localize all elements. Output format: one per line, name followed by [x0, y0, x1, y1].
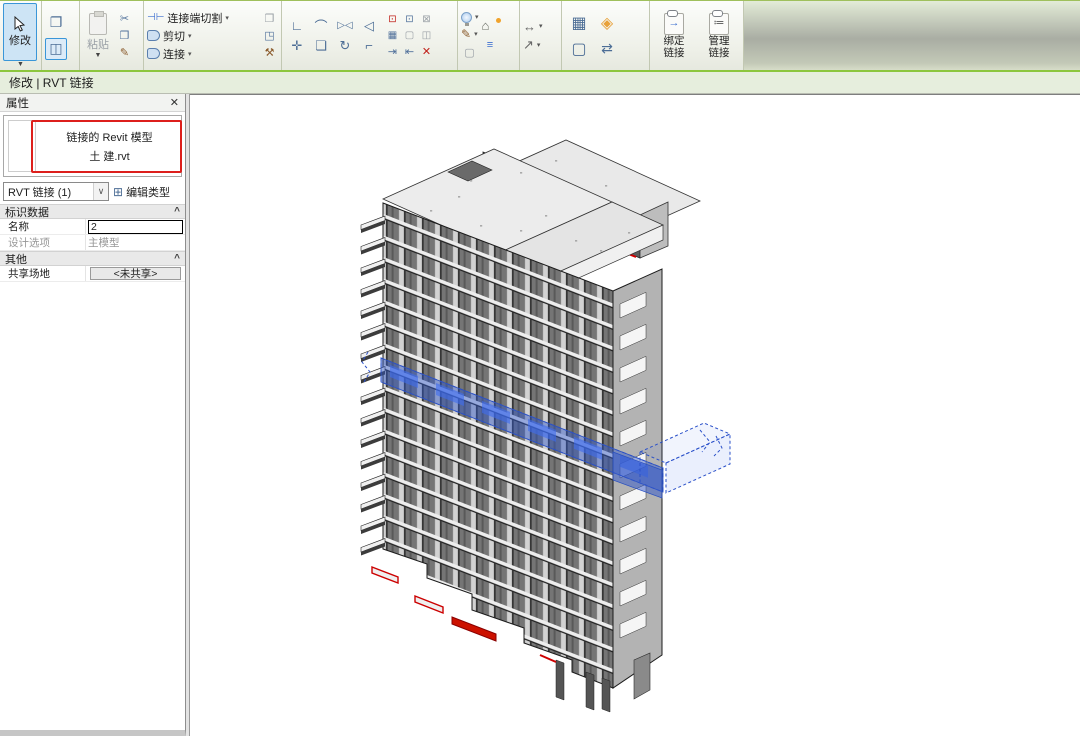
- measure-diagonal-button[interactable]: ↗▾: [523, 39, 558, 52]
- properties-tools-panel: ❐ ◫: [42, 1, 80, 70]
- join-end-cut-icon: ⊣⊢: [147, 12, 164, 23]
- modify-tools-panel: ∟ ⌒ ▷◁ ◁ ✛ ❏ ↻ ⌐ ⊡ ⊡ ⊠ ▦ ▢ ◫ ⇥ ⇤ ✕: [282, 1, 458, 70]
- group-header-other[interactable]: 其他 ^: [0, 251, 185, 266]
- properties-toggle-button[interactable]: ◫: [45, 38, 67, 60]
- type-properties-icon: ❐: [50, 14, 63, 31]
- property-row-design-option: 设计选项 主模型: [0, 235, 185, 251]
- trim-extend-icon[interactable]: ⇥: [384, 44, 401, 60]
- create-parts-icon[interactable]: ▢: [565, 36, 593, 62]
- move-icon[interactable]: ✛: [285, 36, 309, 56]
- measure-icon: ↔: [523, 19, 536, 34]
- copy-tool-icon[interactable]: ❏: [309, 36, 333, 56]
- create-group-icon[interactable]: ▦: [565, 10, 593, 36]
- property-row-shared-site: 共享场地 <未共享>: [0, 266, 185, 282]
- close-icon[interactable]: ✕: [170, 96, 179, 109]
- clipboard-panel: 粘贴 ▼ ✂ ❐ ✎: [80, 1, 144, 70]
- join-end-cut-button[interactable]: ⊣⊢ 连接端切割 ▾: [147, 9, 258, 26]
- collapse-icon: ^: [174, 206, 180, 217]
- mirror-axis-icon[interactable]: ◁: [357, 16, 381, 36]
- active-context-label: 修改 | RVT 链接: [9, 74, 94, 91]
- type-selector-line1: 链接的 Revit 模型: [66, 129, 152, 145]
- cut-geometry-icon: [147, 30, 160, 41]
- modify-button[interactable]: 修改: [3, 3, 37, 61]
- palette-title: 属性: [6, 95, 29, 111]
- trim-corner-icon[interactable]: ⌐: [357, 36, 381, 56]
- drawing-area[interactable]: [190, 94, 1080, 736]
- type-selector[interactable]: 链接的 Revit 模型 土 建.rvt: [3, 115, 182, 177]
- copy-icon[interactable]: ❐: [116, 28, 133, 44]
- shared-site-button[interactable]: <未共享>: [90, 267, 181, 280]
- create-assembly-icon[interactable]: ⇄: [593, 36, 621, 62]
- beam-cut-icon[interactable]: ❐: [261, 11, 278, 27]
- select-flyout-caret[interactable]: ▼: [3, 62, 38, 68]
- ribbon: 修改 ▼ ❐ ◫ 粘贴 ▼ ✂ ❐ ✎ ⊣⊢ 连接端切割 ▾: [0, 0, 1080, 72]
- properties-icon: ◫: [49, 40, 62, 57]
- geometry-panel: ⊣⊢ 连接端切割 ▾ 剪切 ▾ 连接 ▾ ❐ ◳ ⚒: [144, 1, 282, 70]
- cut-geometry-button[interactable]: 剪切 ▾: [147, 27, 258, 44]
- mirror-pick-icon[interactable]: ▷◁: [333, 16, 357, 36]
- join-geometry-button[interactable]: 连接 ▾: [147, 45, 258, 62]
- lightbulb-icon: [461, 12, 472, 23]
- type-selector-line2: 土 建.rvt: [89, 148, 129, 164]
- array-icon[interactable]: ▦: [384, 28, 401, 44]
- modify-label: 修改: [9, 32, 31, 48]
- brush-icon: ✎: [461, 27, 471, 41]
- split-pin-icon[interactable]: ⊡: [384, 12, 401, 28]
- paste-caret[interactable]: ▼: [95, 53, 102, 59]
- paste-icon: [89, 13, 107, 35]
- trim-extend-multi-icon[interactable]: ⇤: [401, 44, 418, 60]
- create-similar-icon[interactable]: ◈: [593, 10, 621, 36]
- create-panel: ▦ ◈ ▢ ⇄: [562, 1, 650, 70]
- properties-palette: 属性 ✕ 链接的 Revit 模型 土 建.rvt RVT 链接 (1) ∨ ⊞…: [0, 94, 186, 736]
- chevron-down-icon: ∨: [93, 183, 108, 200]
- 3d-view-building-model[interactable]: [190, 95, 1080, 736]
- name-value-field[interactable]: 2: [88, 220, 183, 234]
- view-panel: ▾ ✎▾ ▢ ⌂ ≡: [458, 1, 520, 70]
- align-icon[interactable]: ∟: [285, 16, 309, 36]
- balcony-stack: [361, 216, 385, 556]
- bind-link-icon: →: [669, 18, 680, 29]
- cut-icon[interactable]: ✂: [116, 11, 133, 27]
- hide-elements-button[interactable]: ▾: [461, 11, 479, 24]
- group-header-identity-data[interactable]: 标识数据 ^: [0, 204, 185, 219]
- split-icon[interactable]: ◫: [418, 28, 435, 44]
- design-option-value: 主模型: [86, 235, 185, 250]
- override-graphics-button[interactable]: ✎▾: [461, 28, 479, 41]
- measure-panel: ↔▾ ↗▾: [520, 1, 562, 70]
- offset-icon[interactable]: ⌒: [309, 16, 333, 36]
- delete-icon[interactable]: ✕: [418, 44, 435, 60]
- default-3d-house-icon[interactable]: ⌂: [482, 18, 499, 33]
- unpin-icon[interactable]: ⊠: [418, 12, 435, 28]
- property-row-name: 名称 2: [0, 219, 185, 235]
- measure-button[interactable]: ↔▾: [523, 20, 558, 33]
- select-panel: 修改 ▼: [0, 1, 42, 70]
- rotate-icon[interactable]: ↻: [333, 36, 357, 56]
- link-panel: → 绑定链接 ≔ 管理链接: [650, 1, 744, 70]
- palette-empty-area: [0, 282, 185, 730]
- collapse-icon: ^: [174, 253, 180, 264]
- manage-link-icon: ≔: [714, 18, 725, 29]
- type-preview-thumbnail: [8, 120, 36, 172]
- pin-icon[interactable]: ⊡: [401, 12, 418, 28]
- type-properties-button[interactable]: ❐: [45, 12, 67, 34]
- displace-box-icon[interactable]: ▢: [461, 45, 478, 61]
- measure-diagonal-icon: ↗: [523, 37, 534, 53]
- edit-type-icon: ⊞: [113, 185, 123, 199]
- demolish-hammer-icon[interactable]: ⚒: [261, 45, 278, 61]
- cursor-icon: [13, 16, 27, 32]
- wall-joins-icon[interactable]: ◳: [261, 28, 278, 44]
- ribbon-empty-area: [744, 1, 1080, 70]
- match-type-icon[interactable]: ✎: [116, 45, 133, 61]
- family-type-combo[interactable]: RVT 链接 (1) ∨: [3, 182, 109, 201]
- edit-type-button[interactable]: ⊞ 编辑类型: [113, 184, 170, 200]
- scale-icon[interactable]: ▢: [401, 28, 418, 44]
- bind-link-button[interactable]: → 绑定链接: [653, 3, 695, 68]
- join-geometry-icon: [147, 48, 160, 59]
- options-bar: 修改 | RVT 链接: [0, 72, 1080, 94]
- manage-link-button[interactable]: ≔ 管理链接: [698, 3, 740, 68]
- paste-label[interactable]: 粘贴: [87, 36, 109, 52]
- linework-icon[interactable]: ≡: [482, 37, 499, 53]
